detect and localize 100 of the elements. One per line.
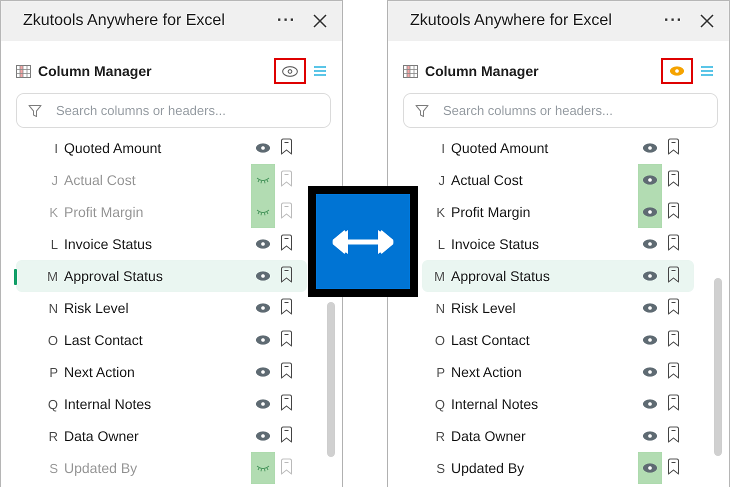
- eye-icon: [643, 335, 657, 345]
- bookmark-icon: [667, 234, 680, 251]
- eye-icon: [282, 66, 298, 76]
- bookmark-icon: [280, 170, 293, 187]
- eye-icon: [643, 399, 657, 409]
- eye-icon: [256, 367, 270, 377]
- visibility-toggle[interactable]: [638, 196, 662, 228]
- column-letter: I: [53, 140, 58, 156]
- closed-eye-icon: [256, 464, 270, 472]
- bookmark-icon: [280, 234, 293, 251]
- column-row[interactable]: O Last Contact: [16, 324, 307, 356]
- pane-title: Zkutools Anywhere for Excel: [410, 12, 613, 30]
- more-button[interactable]: ···: [271, 12, 302, 30]
- column-row[interactable]: R Data Owner: [422, 420, 694, 452]
- column-name: Last Contact: [451, 332, 531, 348]
- bookmark-icon: [667, 330, 680, 347]
- column-name: Internal Notes: [64, 396, 152, 412]
- column-name: Data Owner: [64, 428, 140, 444]
- bookmark-icon: [280, 202, 293, 219]
- closed-eye-icon: [256, 176, 270, 184]
- bookmark-icon: [280, 458, 293, 475]
- column-row[interactable]: L Invoice Status: [16, 228, 307, 260]
- column-name: Updated By: [451, 460, 526, 476]
- column-name: Actual Cost: [451, 172, 524, 188]
- eye-icon: [256, 271, 270, 281]
- eye-icon: [670, 66, 684, 76]
- column-row[interactable]: N Risk Level: [422, 292, 694, 324]
- visibility-toggle[interactable]: [638, 164, 662, 196]
- eye-icon: [256, 143, 270, 153]
- column-row[interactable]: Q Internal Notes: [16, 388, 307, 420]
- column-row[interactable]: K Profit Margin: [422, 196, 694, 228]
- selected-column-row[interactable]: M Approval Status: [16, 260, 307, 292]
- eye-icon: [643, 463, 657, 473]
- column-letter: N: [48, 300, 58, 316]
- column-letter: P: [435, 364, 445, 380]
- eye-icon: [643, 431, 657, 441]
- column-row[interactable]: I Quoted Amount: [16, 132, 307, 164]
- column-letter: Q: [46, 396, 58, 412]
- column-name: Last Contact: [64, 332, 144, 348]
- bookmark-icon: [667, 362, 680, 379]
- column-row[interactable]: P Next Action: [422, 356, 694, 388]
- bookmark-icon: [280, 426, 293, 443]
- bookmark-icon: [667, 266, 680, 283]
- column-row[interactable]: N Risk Level: [16, 292, 307, 324]
- column-letter: Q: [434, 396, 445, 412]
- column-letter: M: [46, 268, 58, 284]
- eye-icon: [256, 303, 270, 313]
- column-row[interactable]: J Actual Cost: [422, 164, 694, 196]
- eye-icon: [643, 239, 657, 249]
- bookmark-icon: [667, 202, 680, 219]
- column-row[interactable]: S Updated By: [422, 452, 694, 484]
- eye-icon: [643, 367, 657, 377]
- column-letter: R: [48, 428, 58, 444]
- column-letter: R: [434, 428, 445, 444]
- column-row[interactable]: R Data Owner: [16, 420, 307, 452]
- column-letter: J: [438, 172, 445, 188]
- eye-icon: [643, 175, 657, 185]
- search-field[interactable]: Search columns or headers...: [16, 93, 331, 128]
- table-icon: [16, 64, 31, 78]
- column-name: Profit Margin: [64, 204, 144, 220]
- column-name: Next Action: [64, 364, 136, 380]
- column-row[interactable]: L Invoice Status: [422, 228, 694, 260]
- selected-column-row[interactable]: M Approval Status: [422, 260, 694, 292]
- column-letter: O: [434, 332, 445, 348]
- column-letter: I: [440, 140, 445, 156]
- close-button[interactable]: [312, 13, 328, 29]
- column-letter: L: [436, 236, 445, 252]
- column-row[interactable]: P Next Action: [16, 356, 307, 388]
- column-name: Internal Notes: [451, 396, 540, 412]
- column-name: Risk Level: [451, 300, 517, 316]
- column-name: Invoice Status: [64, 236, 153, 252]
- scrollbar-thumb[interactable]: [714, 278, 722, 456]
- eye-icon: [256, 239, 270, 249]
- column-row[interactable]: I Quoted Amount: [422, 132, 694, 164]
- column-name: Profit Margin: [451, 204, 532, 220]
- preview-button[interactable]: [274, 58, 306, 84]
- bookmark-icon: [667, 298, 680, 315]
- close-button[interactable]: [699, 13, 715, 29]
- preview-button[interactable]: [661, 58, 693, 84]
- filter-icon: [415, 104, 429, 118]
- bookmark-icon: [667, 138, 680, 155]
- eye-icon: [643, 271, 657, 281]
- column-letter: O: [46, 332, 58, 348]
- visibility-toggle[interactable]: [251, 196, 275, 228]
- bookmark-icon: [667, 458, 680, 475]
- panel-title: Column Manager: [425, 63, 540, 79]
- more-button[interactable]: ···: [658, 12, 689, 30]
- closed-eye-icon: [256, 208, 270, 216]
- column-letter: K: [48, 204, 58, 220]
- visibility-toggle[interactable]: [251, 452, 275, 484]
- bookmark-icon: [280, 394, 293, 411]
- visibility-toggle[interactable]: [638, 452, 662, 484]
- scrollbar-thumb[interactable]: [327, 302, 335, 457]
- visibility-toggle[interactable]: [251, 164, 275, 196]
- panel-title: Column Manager: [38, 63, 153, 79]
- column-row[interactable]: Q Internal Notes: [422, 388, 694, 420]
- eye-icon: [256, 431, 270, 441]
- column-letter: P: [48, 364, 58, 380]
- search-field[interactable]: Search columns or headers...: [403, 93, 718, 128]
- column-row[interactable]: O Last Contact: [422, 324, 694, 356]
